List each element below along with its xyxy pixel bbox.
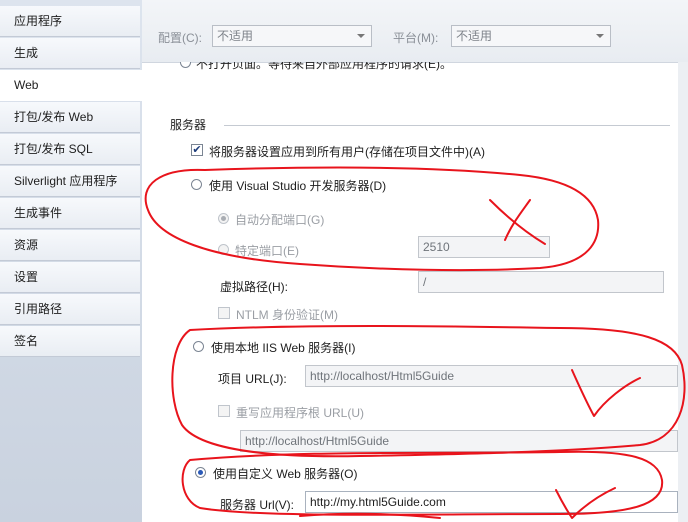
tab-reference-paths[interactable]: 引用路径 [0,294,140,325]
auto-port-label: 自动分配端口(G) [235,213,325,227]
dont-open-page-label: 不打开页面。等待来自外部应用程序的请求(E)。 [196,62,452,71]
vertical-scrollbar[interactable] [678,62,688,522]
config-label: 配置(C): [158,31,202,45]
tab-build-events[interactable]: 生成事件 [0,198,140,229]
server-url-label: 服务器 Url(V): [220,498,294,512]
custom-web-server-label: 使用自定义 Web 服务器(O) [213,467,358,481]
ntlm-label: NTLM 身份验证(M) [236,308,338,322]
server-url-input[interactable]: http://my.html5Guide.com [305,491,678,513]
platform-select[interactable]: 不适用 [451,25,611,47]
local-iis-radio[interactable] [193,341,204,352]
servers-section-title: 服务器 [170,118,207,132]
project-url-label: 项目 URL(J): [218,372,287,386]
tab-signing[interactable]: 签名 [0,326,140,357]
tab-application[interactable]: 应用程序 [0,6,140,37]
tab-silverlight-applications[interactable]: Silverlight 应用程序 [0,166,140,197]
tab-settings[interactable]: 设置 [0,262,140,293]
virtual-path-label: 虚拟路径(H): [220,280,288,294]
tab-package-publish-sql[interactable]: 打包/发布 SQL [0,134,140,165]
web-property-page: 配置(C): 不适用 平台(M): 不适用 不打开页面。等待来自外部应用程序的请… [142,0,688,522]
apply-all-users-checkbox[interactable]: ✔ [191,144,203,156]
chevron-down-icon [357,34,365,38]
dont-open-page-radio[interactable] [180,62,191,68]
vs-dev-server-label: 使用 Visual Studio 开发服务器(D) [209,179,387,193]
override-root-url-input[interactable]: http://localhost/Html5Guide [240,430,678,452]
clipped-start-action-row: 不打开页面。等待来自外部应用程序的请求(E)。 [142,62,678,74]
config-select-value: 不适用 [217,29,254,43]
tab-package-publish-web[interactable]: 打包/发布 Web [0,102,140,133]
local-iis-label: 使用本地 IIS Web 服务器(I) [211,341,356,355]
auto-port-radio[interactable] [218,213,229,224]
tab-resources[interactable]: 资源 [0,230,140,261]
override-root-url-checkbox[interactable] [218,405,230,417]
apply-all-users-label: 将服务器设置应用到所有用户(存储在项目文件中)(A) [209,145,485,159]
specific-port-radio[interactable] [218,244,229,255]
specific-port-label: 特定端口(E) [235,244,299,258]
override-root-url-label: 重写应用程序根 URL(U) [236,406,364,420]
section-divider [224,125,670,126]
tab-web[interactable]: Web [0,70,144,101]
specific-port-input[interactable]: 2510 [418,236,550,258]
custom-web-server-radio[interactable] [195,467,206,478]
platform-select-value: 不适用 [456,29,493,43]
property-page-tabs: 应用程序 生成 Web 打包/发布 Web 打包/发布 SQL Silverli… [0,0,144,522]
virtual-path-input[interactable]: / [418,271,664,293]
platform-label: 平台(M): [393,31,439,45]
ntlm-checkbox[interactable] [218,307,230,319]
project-url-input[interactable]: http://localhost/Html5Guide [305,365,678,387]
config-select[interactable]: 不适用 [212,25,372,47]
configuration-bar: 配置(C): 不适用 平台(M): 不适用 [142,0,688,63]
vs-dev-server-radio[interactable] [191,179,202,190]
chevron-down-icon [596,34,604,38]
tab-build[interactable]: 生成 [0,38,140,69]
